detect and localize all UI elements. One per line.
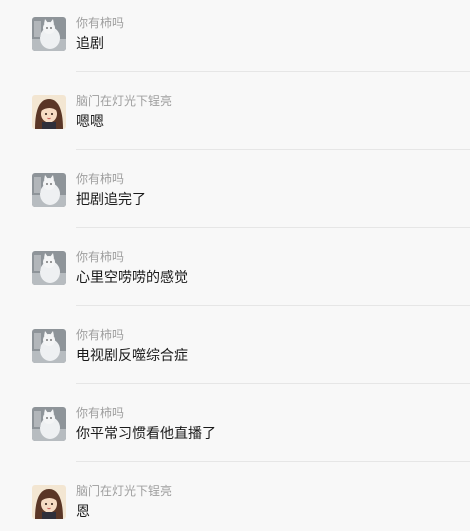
chat-message: 你有柿吗 电视剧反噬综合症 xyxy=(0,327,470,389)
message-text: 把剧追完了 xyxy=(76,192,146,208)
chat-message: 脑门在灯光下锃亮 恩 xyxy=(0,483,470,531)
message-text: 嗯嗯 xyxy=(76,114,104,130)
divider xyxy=(76,461,470,462)
sender-name[interactable]: 你有柿吗 xyxy=(76,249,124,265)
message-text: 电视剧反噬综合症 xyxy=(76,348,188,364)
sender-name[interactable]: 你有柿吗 xyxy=(76,405,124,421)
message-text: 恩 xyxy=(76,504,90,520)
sender-name[interactable]: 你有柿吗 xyxy=(76,15,124,31)
chat-feed: 你有柿吗 追剧 脑门在灯光下锃亮 嗯嗯 你有柿吗 把剧追完了 你有柿吗 心里空唠… xyxy=(0,0,470,531)
divider xyxy=(76,305,470,306)
chat-message: 你有柿吗 心里空唠唠的感觉 xyxy=(0,249,470,311)
girl-avatar[interactable] xyxy=(32,485,66,519)
cat-avatar[interactable] xyxy=(32,407,66,441)
message-text: 你平常习惯看他直播了 xyxy=(76,426,216,442)
divider xyxy=(76,71,470,72)
sender-name[interactable]: 脑门在灯光下锃亮 xyxy=(76,93,172,109)
girl-avatar[interactable] xyxy=(32,95,66,129)
divider xyxy=(76,383,470,384)
cat-avatar[interactable] xyxy=(32,173,66,207)
divider xyxy=(76,227,470,228)
divider xyxy=(76,149,470,150)
cat-avatar[interactable] xyxy=(32,17,66,51)
chat-message: 脑门在灯光下锃亮 嗯嗯 xyxy=(0,93,470,155)
chat-message: 你有柿吗 你平常习惯看他直播了 xyxy=(0,405,470,467)
cat-avatar[interactable] xyxy=(32,251,66,285)
message-text: 追剧 xyxy=(76,36,104,52)
chat-message: 你有柿吗 追剧 xyxy=(0,15,470,77)
cat-avatar[interactable] xyxy=(32,329,66,363)
message-text: 心里空唠唠的感觉 xyxy=(76,270,188,286)
sender-name[interactable]: 你有柿吗 xyxy=(76,171,124,187)
chat-message: 你有柿吗 把剧追完了 xyxy=(0,171,470,233)
sender-name[interactable]: 你有柿吗 xyxy=(76,327,124,343)
sender-name[interactable]: 脑门在灯光下锃亮 xyxy=(76,483,172,499)
